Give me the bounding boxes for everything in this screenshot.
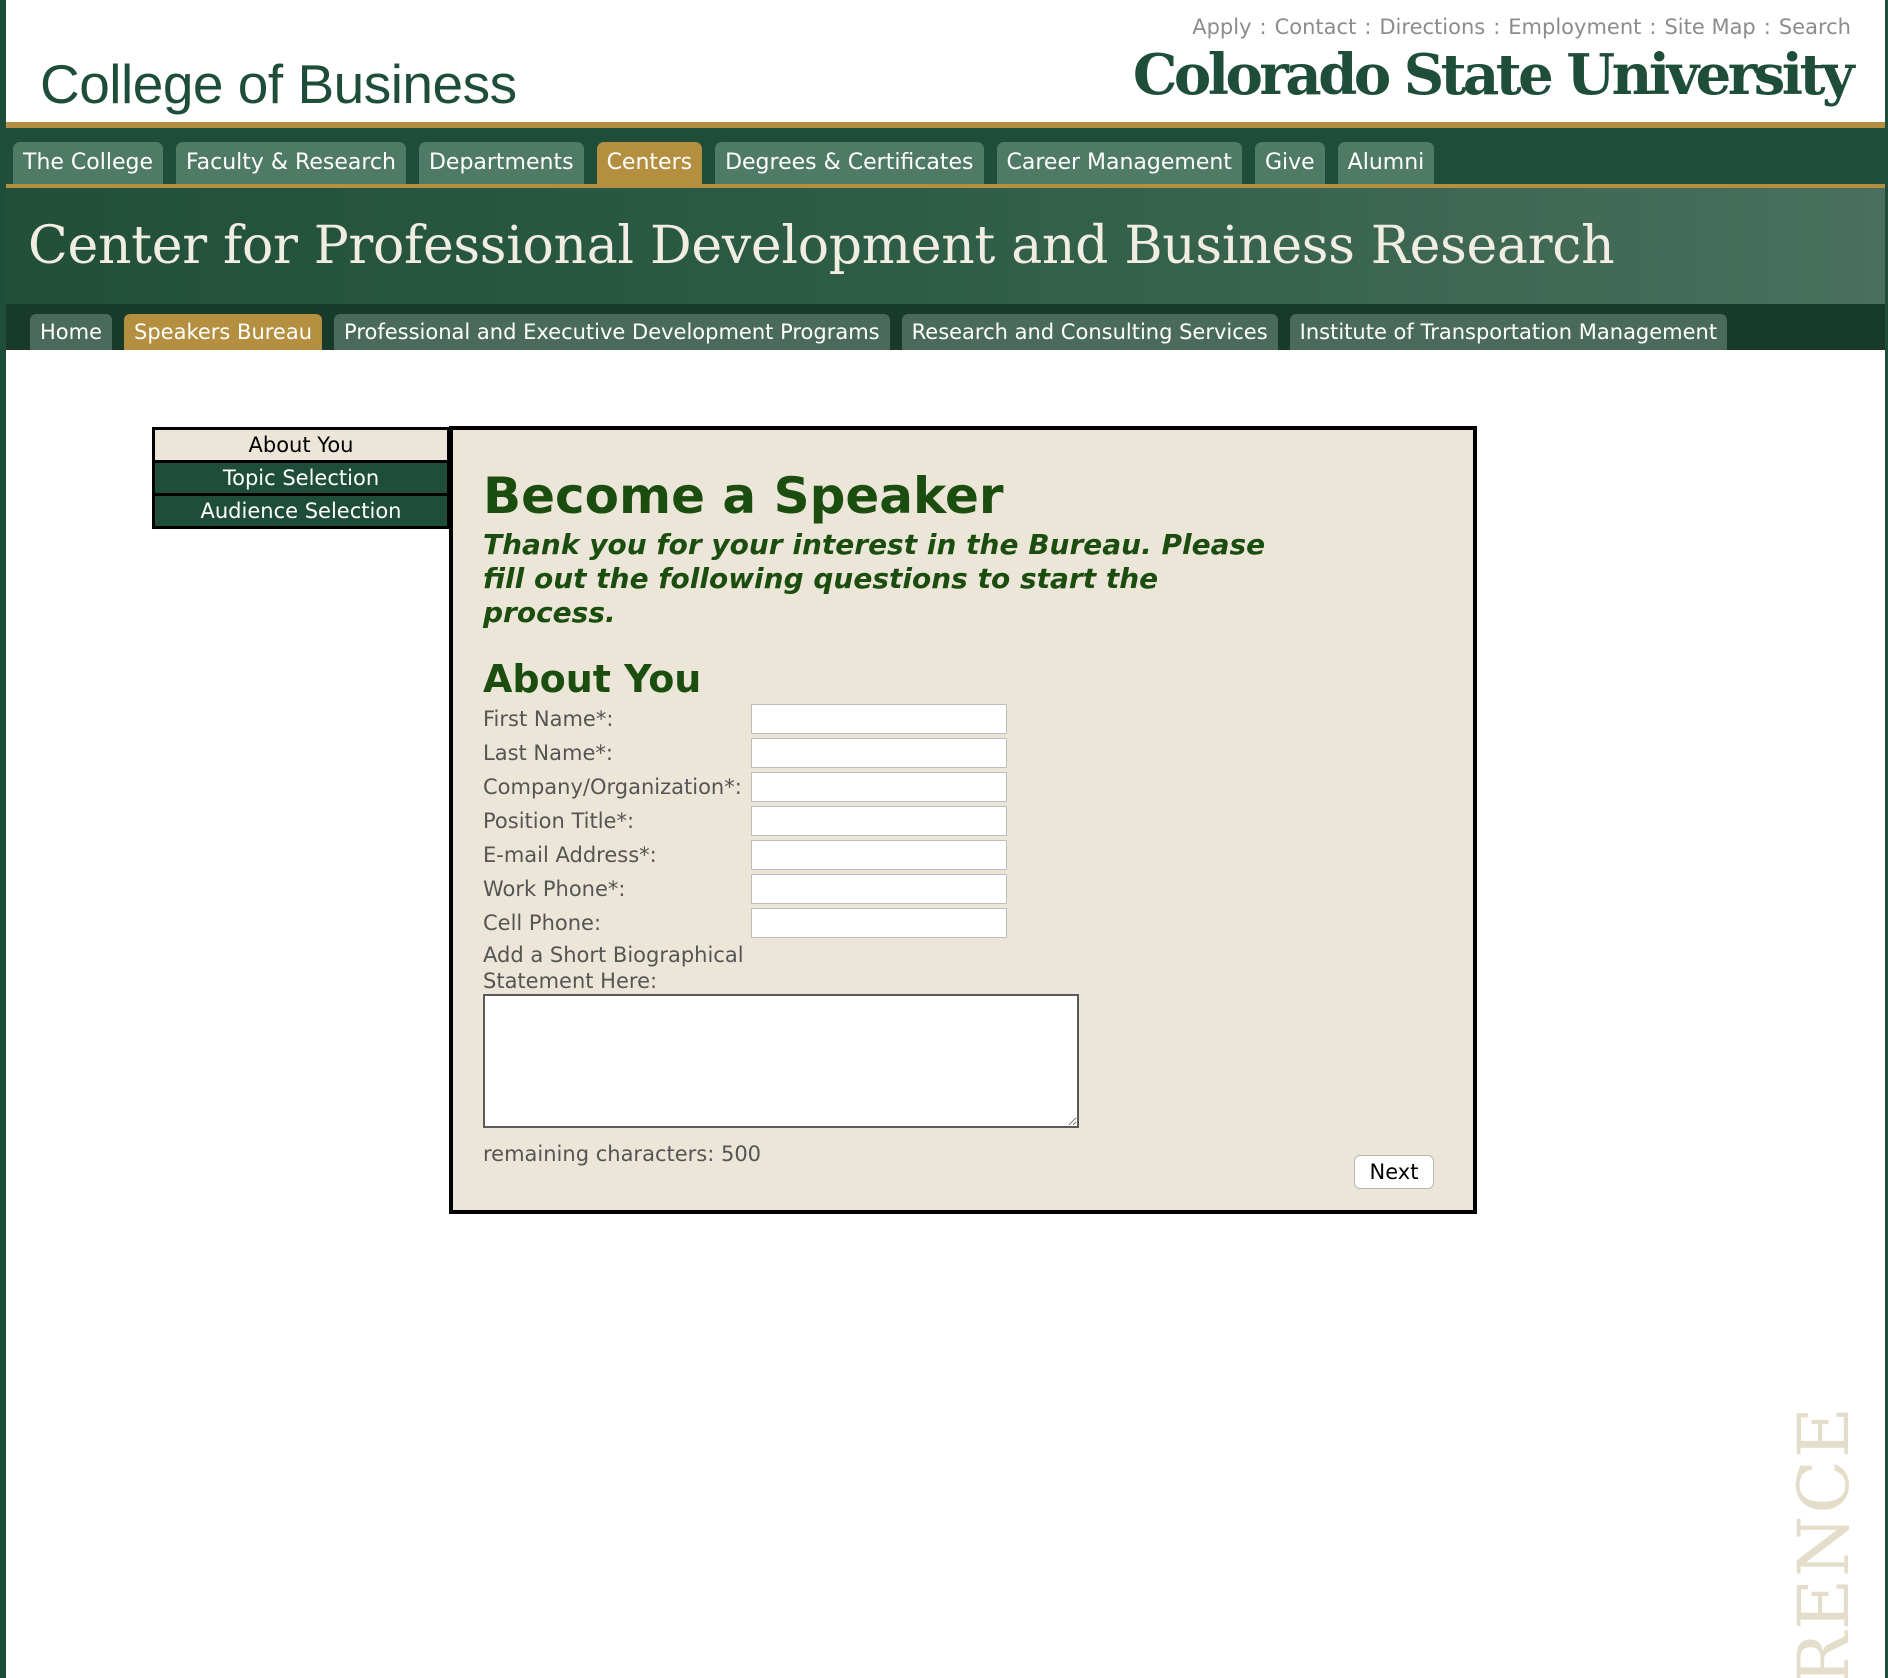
last-name-input[interactable] (751, 738, 1007, 768)
nav-tab-degrees-certificates[interactable]: Degrees & Certificates (715, 142, 984, 184)
college-title[interactable]: College of Business (40, 52, 517, 116)
step-topic-selection[interactable]: Topic Selection (155, 463, 447, 496)
nav-tab-career-management[interactable]: Career Management (996, 142, 1242, 184)
center-banner: Center for Professional Development and … (6, 188, 1885, 304)
utility-separator: : (1493, 15, 1501, 39)
nav-tab-faculty-research[interactable]: Faculty & Research (176, 142, 406, 184)
speaker-form-panel: Become a Speaker Thank you for your inte… (449, 426, 1477, 1214)
subnav-tab-speakers-bureau[interactable]: Speakers Bureau (124, 314, 323, 350)
bio-textarea[interactable] (483, 994, 1079, 1128)
field-label: E-mail Address*: (483, 843, 657, 867)
utility-link-apply[interactable]: Apply (1192, 15, 1251, 39)
nav-tab-departments[interactable]: Departments (418, 142, 584, 184)
field-row-work-phone: Work Phone*: (483, 872, 1283, 906)
utility-link-site-map[interactable]: Site Map (1664, 15, 1755, 39)
step-audience-selection[interactable]: Audience Selection (155, 496, 447, 529)
bio-label: Add a Short Biographical Statement Here: (483, 943, 744, 993)
utility-link-search[interactable]: Search (1779, 15, 1851, 39)
field-label: Last Name*: (483, 741, 613, 765)
first-name-input[interactable] (751, 704, 1007, 734)
page: College of Business Apply : Contact : Di… (0, 0, 1888, 1678)
utility-separator: : (1259, 15, 1267, 39)
field-row-first-name: First Name*: (483, 702, 1283, 736)
remaining-characters: remaining characters: 500 (483, 1142, 762, 1166)
csu-logo[interactable]: Colorado State University (1133, 42, 1855, 108)
field-label: Cell Phone: (483, 911, 602, 935)
site-header: College of Business Apply : Contact : Di… (6, 0, 1885, 122)
work-phone-input[interactable] (751, 874, 1007, 904)
sub-nav: Home Speakers Bureau Professional and Ex… (6, 304, 1885, 350)
section-title: About You (483, 657, 702, 701)
subnav-tab-home[interactable]: Home (30, 314, 113, 350)
field-row-cell-phone: Cell Phone: (483, 906, 1283, 940)
field-label: Position Title*: (483, 809, 635, 833)
company-input[interactable] (751, 772, 1007, 802)
field-row-last-name: Last Name*: (483, 736, 1283, 770)
form-subtitle: Thank you for your interest in the Burea… (483, 528, 1266, 629)
utility-links: Apply : Contact : Directions : Employmen… (1192, 15, 1851, 39)
utility-link-directions[interactable]: Directions (1379, 15, 1485, 39)
utility-link-employment[interactable]: Employment (1508, 15, 1641, 39)
nav-tab-give[interactable]: Give (1254, 142, 1325, 184)
next-button[interactable]: Next (1354, 1155, 1434, 1189)
form-title: Become a Speaker (483, 467, 1004, 525)
cell-phone-input[interactable] (751, 908, 1007, 938)
form-body: Become a Speaker Thank you for your inte… (483, 466, 1283, 1166)
wizard-steps: About You Topic Selection Audience Selec… (152, 427, 450, 529)
field-row-company: Company/Organization*: (483, 770, 1283, 804)
nav-tab-alumni[interactable]: Alumni (1337, 142, 1435, 184)
field-row-position-title: Position Title*: (483, 804, 1283, 838)
position-title-input[interactable] (751, 806, 1007, 836)
center-title: Center for Professional Development and … (28, 216, 1615, 276)
subnav-tab-transportation-management[interactable]: Institute of Transportation Management (1289, 314, 1728, 350)
field-row-email: E-mail Address*: (483, 838, 1283, 872)
utility-separator: : (1649, 15, 1657, 39)
main-nav: The College Faculty & Research Departmen… (6, 128, 1885, 188)
subnav-tab-professional-executive-development[interactable]: Professional and Executive Development P… (334, 314, 890, 350)
email-input[interactable] (751, 840, 1007, 870)
field-label: Company/Organization*: (483, 775, 742, 799)
field-label: First Name*: (483, 707, 614, 731)
utility-link-contact[interactable]: Contact (1275, 15, 1357, 39)
nav-tab-centers[interactable]: Centers (596, 142, 703, 184)
subnav-tab-research-consulting[interactable]: Research and Consulting Services (901, 314, 1278, 350)
utility-separator: : (1763, 15, 1771, 39)
field-label: Work Phone*: (483, 877, 626, 901)
utility-separator: : (1364, 15, 1372, 39)
step-about-you[interactable]: About You (155, 430, 447, 463)
background-watermark: ERENCE (1783, 1405, 1865, 1678)
nav-tab-the-college[interactable]: The College (13, 142, 163, 184)
